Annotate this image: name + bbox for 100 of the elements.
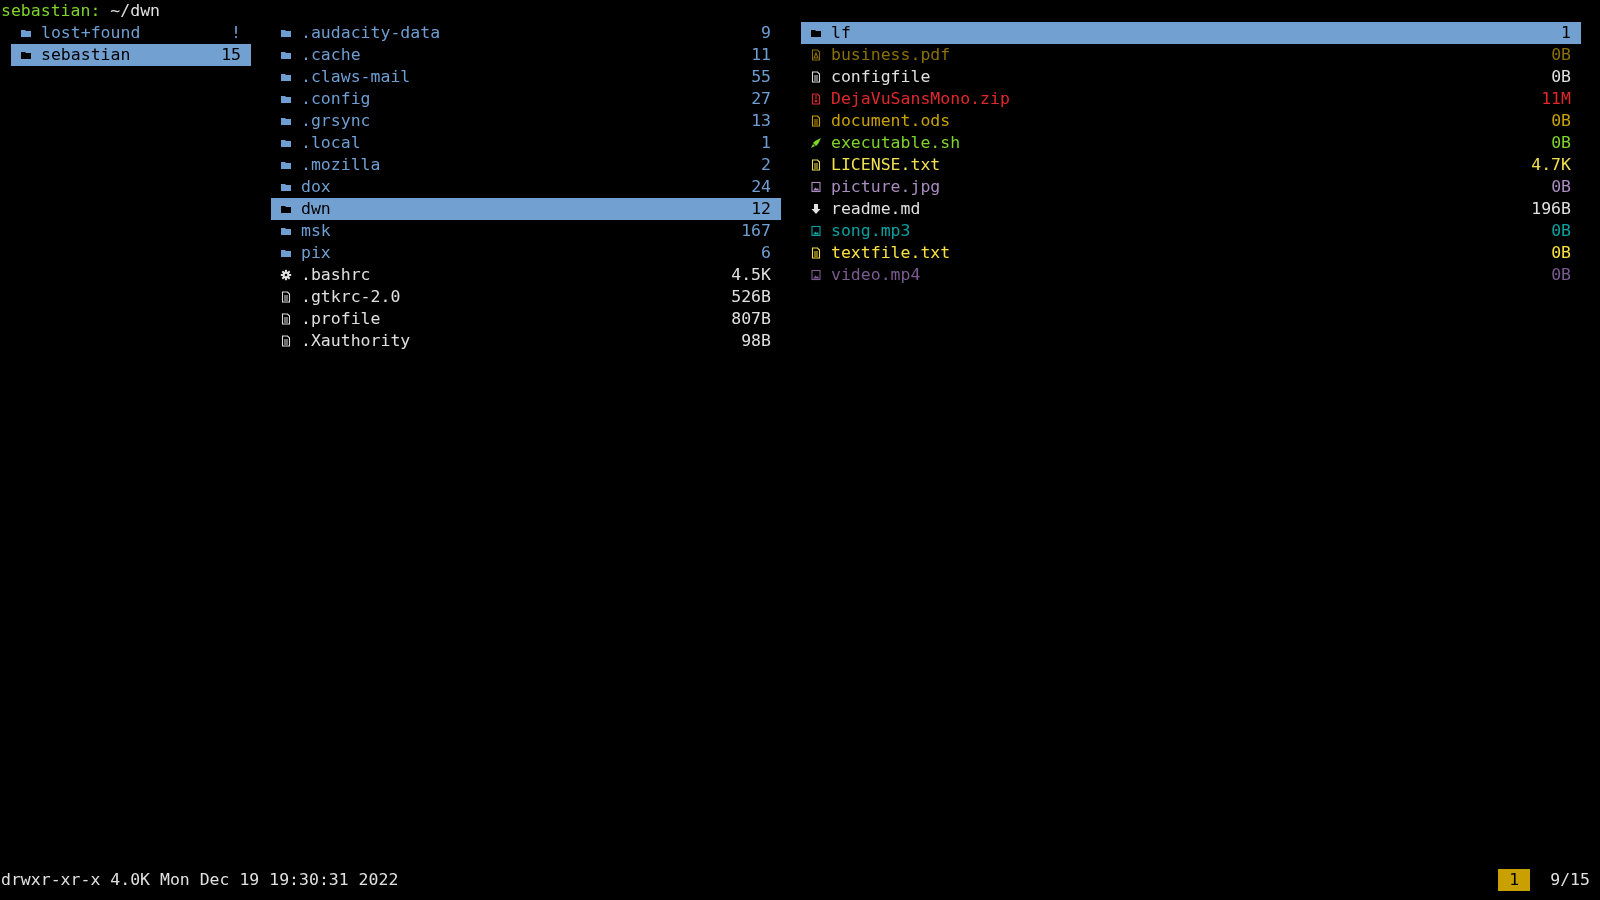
file-size: ! (231, 22, 241, 44)
file-size: 98B (741, 330, 771, 352)
folder-icon (20, 27, 32, 39)
file-list-item[interactable]: .claws-mail 55 (271, 66, 781, 88)
file-list-item[interactable]: lf 1 (801, 22, 1581, 44)
file-name: textfile.txt (831, 242, 952, 264)
file-name: msk (301, 220, 332, 242)
file-size: 11M (1541, 88, 1571, 110)
file-size: 1 (1561, 22, 1571, 44)
folder-icon (20, 49, 32, 61)
file-size: 167 (741, 220, 771, 242)
file-name: .gtkrc-2.0 (301, 286, 402, 308)
file-name: .local (301, 132, 362, 154)
file-list-item[interactable]: song.mp3 0B (801, 220, 1581, 242)
file-name: .bashrc (301, 264, 372, 286)
file-list-item[interactable]: document.ods 0B (801, 110, 1581, 132)
document-icon (810, 49, 822, 61)
file-list-item[interactable]: .bashrc 4.5K (271, 264, 781, 286)
folder-icon (280, 203, 292, 215)
file-size: 9 (761, 22, 771, 44)
document-icon (810, 247, 822, 259)
folder-icon (280, 247, 292, 259)
file-list-item[interactable]: .local 1 (271, 132, 781, 154)
file-name: .mozilla (301, 154, 382, 176)
file-name: readme.md (831, 198, 922, 220)
document-icon (810, 159, 822, 171)
file-list-item[interactable]: .Xauthority 98B (271, 330, 781, 352)
file-list-item[interactable]: LICENSE.txt 4.7K (801, 154, 1581, 176)
rocket-icon (810, 137, 822, 149)
file-name: dox (301, 176, 332, 198)
folder-icon (280, 159, 292, 171)
file-list-item[interactable]: configfile 0B (801, 66, 1581, 88)
folder-icon (810, 27, 822, 39)
file-name: lost+found (41, 22, 142, 44)
file-size: 0B (1551, 264, 1571, 286)
file-list-item[interactable]: .mozilla 2 (271, 154, 781, 176)
file-name: .grsync (301, 110, 372, 132)
document-icon (280, 335, 292, 347)
file-list-item[interactable]: .config 27 (271, 88, 781, 110)
file-list-item[interactable]: dox 24 (271, 176, 781, 198)
file-list-item[interactable]: executable.sh 0B (801, 132, 1581, 154)
file-name: document.ods (831, 110, 952, 132)
file-size: 0B (1551, 220, 1571, 242)
file-name: video.mp4 (831, 264, 922, 286)
file-list-item[interactable]: .audacity-data 9 (271, 22, 781, 44)
user-label: sebastian: (1, 1, 101, 20)
file-size: 0B (1551, 176, 1571, 198)
document-icon (810, 71, 822, 83)
file-name: song.mp3 (831, 220, 912, 242)
file-size: 55 (751, 66, 771, 88)
file-size: 0B (1551, 242, 1571, 264)
file-list-item[interactable]: dwn 12 (271, 198, 781, 220)
file-size: 0B (1551, 66, 1571, 88)
file-name: .cache (301, 44, 362, 66)
folder-icon (280, 225, 292, 237)
file-list-item[interactable]: .gtkrc-2.0 526B (271, 286, 781, 308)
file-size: 15 (221, 44, 241, 66)
file-size: 13 (751, 110, 771, 132)
count-badge: 1 (1498, 869, 1531, 891)
file-list-item[interactable]: lost+found ! (11, 22, 251, 44)
file-size: 526B (731, 286, 771, 308)
file-name: business.pdf (831, 44, 952, 66)
file-name: LICENSE.txt (831, 154, 942, 176)
file-list-item[interactable]: textfile.txt 0B (801, 242, 1581, 264)
file-size: 12 (751, 198, 771, 220)
image-icon (810, 225, 822, 237)
folder-icon (280, 115, 292, 127)
file-name: picture.jpg (831, 176, 942, 198)
file-size: 4.5K (731, 264, 771, 286)
file-name: lf (831, 22, 852, 44)
file-size: 807B (731, 308, 771, 330)
file-name: pix (301, 242, 332, 264)
path-label: ~/dwn (110, 1, 160, 20)
file-name: .claws-mail (301, 66, 412, 88)
file-name: DejaVuSansMono.zip (831, 88, 1011, 110)
file-list-item[interactable]: .grsync 13 (271, 110, 781, 132)
file-name: sebastian (41, 44, 132, 66)
file-size: 24 (751, 176, 771, 198)
file-size: 196B (1531, 198, 1571, 220)
file-list-item[interactable]: DejaVuSansMono.zip 11M (801, 88, 1581, 110)
file-list-item[interactable]: .cache 11 (271, 44, 781, 66)
file-list-item[interactable]: picture.jpg 0B (801, 176, 1581, 198)
folder-icon (280, 181, 292, 193)
file-list-item[interactable]: sebastian 15 (11, 44, 251, 66)
file-name: .Xauthority (301, 330, 412, 352)
folder-icon (280, 137, 292, 149)
file-list-item[interactable]: msk 167 (271, 220, 781, 242)
file-list-item[interactable]: .profile 807B (271, 308, 781, 330)
document-icon (280, 291, 292, 303)
file-list-item[interactable]: video.mp4 0B (801, 264, 1581, 286)
file-name: dwn (301, 198, 332, 220)
file-list-item[interactable]: pix 6 (271, 242, 781, 264)
document-icon (810, 115, 822, 127)
position-indicator: 9/15 (1550, 869, 1590, 891)
file-list-item[interactable]: business.pdf 0B (801, 44, 1581, 66)
file-size: 6 (761, 242, 771, 264)
file-list-item[interactable]: readme.md 196B (801, 198, 1581, 220)
file-size: 1 (761, 132, 771, 154)
file-size: 0B (1551, 132, 1571, 154)
image-icon (810, 269, 822, 281)
